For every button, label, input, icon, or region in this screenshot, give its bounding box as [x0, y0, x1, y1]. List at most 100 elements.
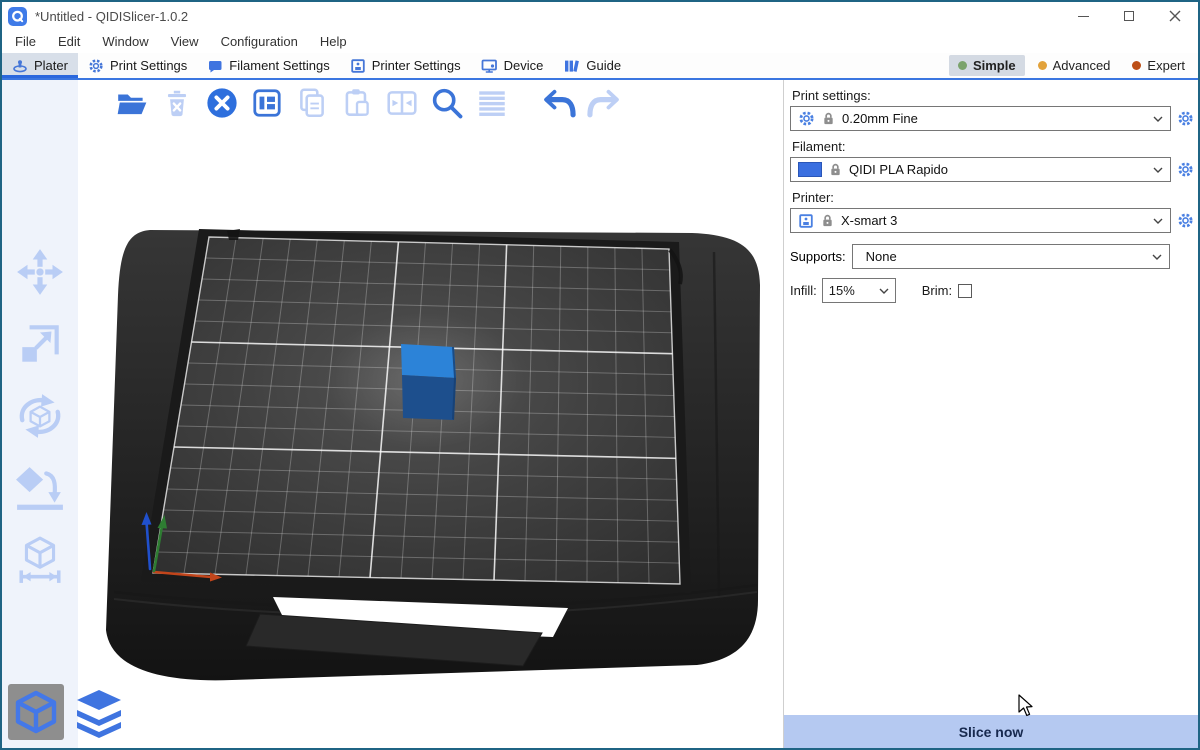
tab-plater[interactable]: Plater — [2, 53, 78, 78]
scale-button[interactable] — [14, 318, 66, 370]
expert-dot-icon — [1132, 61, 1141, 70]
minimize-button[interactable] — [1060, 2, 1106, 30]
filament-gear-button[interactable] — [1176, 161, 1194, 179]
preview-view-button[interactable] — [71, 684, 127, 740]
trash-icon — [160, 86, 194, 120]
search-icon — [429, 85, 465, 121]
arrange-button[interactable] — [249, 85, 285, 121]
plater-icon — [12, 58, 28, 74]
gear-icon — [1177, 110, 1194, 127]
menu-view[interactable]: View — [160, 30, 210, 53]
close-button[interactable] — [1152, 2, 1198, 30]
paste-button[interactable] — [339, 85, 375, 121]
chevron-down-icon — [1153, 218, 1163, 224]
supports-combo[interactable]: None — [852, 244, 1170, 269]
infill-combo[interactable]: 15% — [822, 278, 896, 303]
lock-icon — [829, 163, 842, 177]
maximize-button[interactable] — [1106, 2, 1152, 30]
mode-expert[interactable]: Expert — [1123, 55, 1194, 76]
tab-print-settings[interactable]: Print Settings — [78, 53, 197, 78]
gear-icon — [798, 110, 815, 127]
filament-icon — [207, 58, 223, 74]
close-icon — [1169, 10, 1181, 22]
brim-checkbox[interactable] — [958, 284, 972, 298]
sidebar: Print settings: 0.20mm Fine Filament: QI… — [783, 80, 1198, 748]
split-button[interactable] — [384, 85, 420, 121]
qidislicer-window: *Untitled - QIDISlicer-1.0.2 File Edit W… — [0, 0, 1200, 750]
place-on-face-icon — [15, 463, 65, 513]
layers-list-icon — [475, 86, 509, 120]
chevron-down-icon — [1153, 167, 1163, 173]
open-folder-icon — [115, 86, 149, 120]
move-icon — [15, 247, 65, 297]
slice-now-button[interactable]: Slice now — [784, 715, 1198, 748]
paste-icon — [340, 86, 374, 120]
rotate-button[interactable] — [14, 390, 66, 442]
print-settings-gear-button[interactable] — [1176, 110, 1194, 128]
printer-label: Printer: — [792, 190, 1194, 205]
undo-button[interactable] — [541, 85, 577, 121]
rotate-icon — [15, 391, 65, 441]
menu-window[interactable]: Window — [91, 30, 159, 53]
menu-file[interactable]: File — [4, 30, 47, 53]
copy-button[interactable] — [294, 85, 330, 121]
scale-icon — [15, 319, 65, 369]
filament-combo[interactable]: QIDI PLA Rapido — [790, 157, 1171, 182]
supports-label: Supports: — [790, 249, 846, 264]
move-button[interactable] — [14, 246, 66, 298]
3d-viewport[interactable] — [2, 80, 783, 748]
simple-dot-icon — [958, 61, 967, 70]
gear-icon — [1177, 161, 1194, 178]
titlebar: *Untitled - QIDISlicer-1.0.2 — [2, 2, 1198, 30]
guide-icon — [563, 58, 580, 74]
minimize-icon — [1078, 16, 1089, 17]
search-button[interactable] — [429, 85, 465, 121]
filament-color-swatch — [798, 162, 822, 177]
tab-guide[interactable]: Guide — [553, 53, 631, 78]
mode-simple[interactable]: Simple — [949, 55, 1025, 76]
delete-all-icon — [204, 85, 240, 121]
chevron-down-icon — [1152, 254, 1162, 260]
editor-view-button[interactable] — [8, 684, 64, 740]
gear-icon — [1177, 212, 1194, 229]
advanced-dot-icon — [1038, 61, 1047, 70]
app-logo-icon — [8, 7, 27, 26]
print-settings-combo[interactable]: 0.20mm Fine — [790, 106, 1171, 131]
build-plate-scene[interactable] — [2, 80, 783, 748]
infill-label: Infill: — [790, 283, 817, 298]
measure-icon — [15, 535, 65, 585]
maximize-icon — [1124, 11, 1134, 21]
tab-printer-settings[interactable]: Printer Settings — [340, 53, 471, 78]
copy-icon — [295, 86, 329, 120]
open-button[interactable] — [114, 85, 150, 121]
view-switch — [8, 684, 127, 740]
delete-all-button[interactable] — [204, 85, 240, 121]
variable-layer-height-button[interactable] — [474, 85, 510, 121]
printer-icon — [350, 58, 366, 74]
printer-combo[interactable]: X-smart 3 — [790, 208, 1171, 233]
tab-device[interactable]: Device — [471, 53, 554, 78]
device-icon — [481, 58, 498, 74]
split-icon — [385, 86, 419, 120]
place-on-face-button[interactable] — [14, 462, 66, 514]
delete-button[interactable] — [159, 85, 195, 121]
filament-label: Filament: — [792, 139, 1194, 154]
undo-icon — [541, 85, 577, 121]
tabbar: Plater Print Settings Filament Settings … — [2, 53, 1198, 80]
menu-edit[interactable]: Edit — [47, 30, 91, 53]
printer-gear-button[interactable] — [1176, 212, 1194, 230]
mode-advanced[interactable]: Advanced — [1029, 55, 1120, 76]
print-settings-label: Print settings: — [792, 88, 1194, 103]
tab-filament-settings[interactable]: Filament Settings — [197, 53, 339, 78]
printer-icon — [798, 213, 814, 229]
menu-help[interactable]: Help — [309, 30, 358, 53]
plater-toolbar — [114, 85, 622, 121]
redo-button[interactable] — [586, 85, 622, 121]
redo-icon — [586, 85, 622, 121]
arrange-icon — [250, 86, 284, 120]
preview-layers-icon — [71, 684, 127, 740]
cube-model[interactable] — [401, 344, 456, 420]
mode-selector: Simple Advanced Expert — [949, 53, 1198, 78]
measure-button[interactable] — [14, 534, 66, 586]
menu-configuration[interactable]: Configuration — [210, 30, 309, 53]
